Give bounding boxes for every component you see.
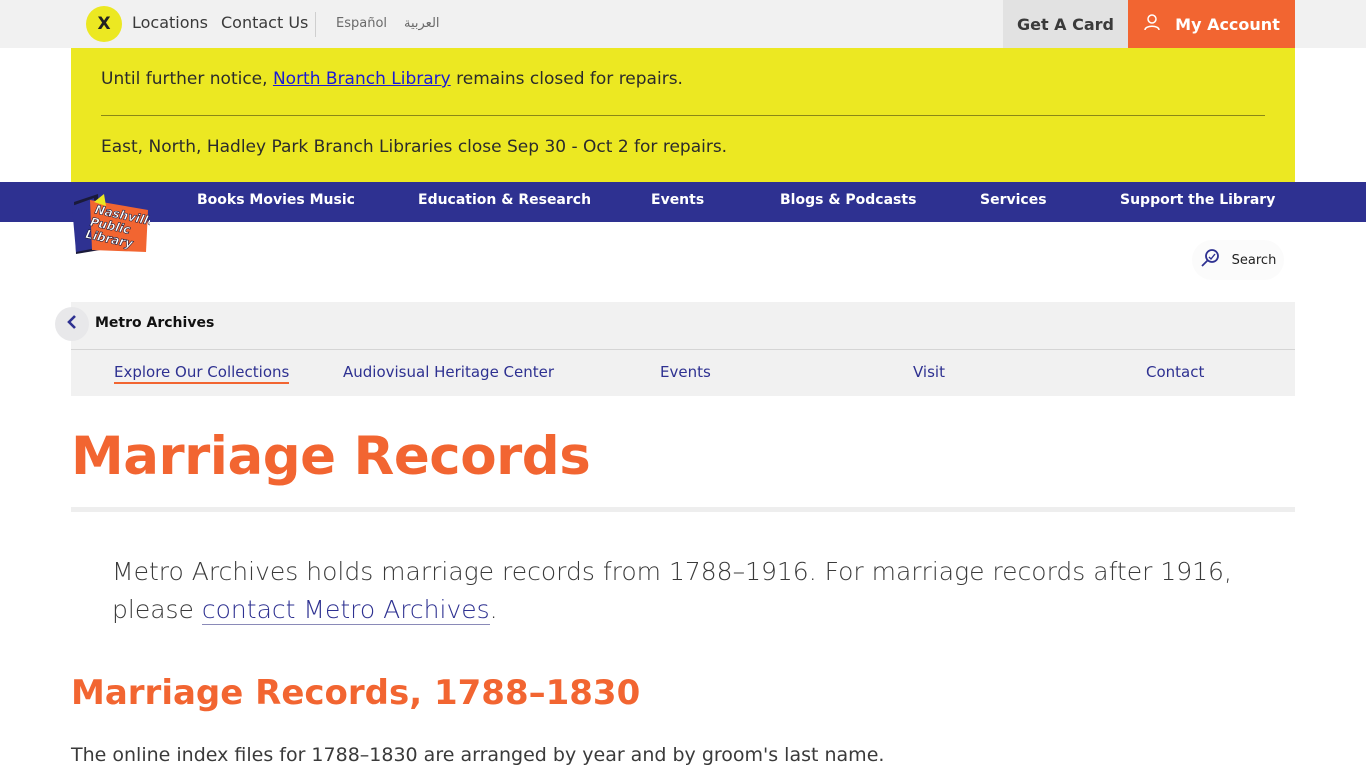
my-account-label: My Account — [1175, 14, 1280, 34]
search-label: Search — [1231, 252, 1277, 268]
alert-message-1: Until further notice, North Branch Libra… — [101, 69, 683, 89]
main-navigation: Books Movies Music Education & Research … — [0, 182, 1366, 222]
nav-blogs-podcasts[interactable]: Blogs & Podcasts — [780, 192, 916, 208]
nav-education-research[interactable]: Education & Research — [418, 192, 591, 208]
section-subnav: Explore Our Collections Audiovisual Heri… — [71, 349, 1295, 396]
language-arabic-link[interactable]: العربية — [404, 16, 440, 31]
get-a-card-button[interactable]: Get A Card — [1003, 0, 1128, 48]
divider — [315, 12, 316, 37]
nashville-public-library-logo[interactable]: Nashville Public Library — [70, 192, 158, 256]
nav-services[interactable]: Services — [980, 192, 1047, 208]
search-button[interactable]: Search — [1192, 240, 1284, 280]
alert-banner: Until further notice, North Branch Libra… — [71, 48, 1295, 182]
user-icon — [1143, 13, 1161, 35]
alert-divider — [101, 115, 1265, 116]
title-divider — [71, 507, 1295, 512]
locations-link[interactable]: Locations — [132, 13, 208, 32]
alert-text: remains closed for repairs. — [450, 69, 683, 89]
chevron-left-icon — [66, 314, 78, 334]
search-icon — [1200, 247, 1222, 273]
section-title-metro-archives[interactable]: Metro Archives — [95, 315, 214, 331]
alert-message-2: East, North, Hadley Park Branch Librarie… — [101, 137, 728, 157]
subnav-audiovisual-heritage[interactable]: Audiovisual Heritage Center — [343, 363, 554, 381]
alert-text: Until further notice, — [101, 69, 273, 89]
section-header — [71, 302, 1295, 349]
intro-paragraph: Metro Archives holds marriage records fr… — [112, 553, 1262, 629]
body-paragraph: The online index files for 1788–1830 are… — [71, 744, 885, 766]
subnav-contact[interactable]: Contact — [1146, 363, 1204, 381]
intro-text: . — [489, 595, 498, 624]
language-spanish-link[interactable]: Español — [336, 16, 387, 31]
contact-us-link[interactable]: Contact Us — [221, 13, 308, 32]
nav-books-movies-music[interactable]: Books Movies Music — [197, 192, 355, 208]
utility-bar: X Locations Contact Us Español العربية G… — [0, 0, 1366, 48]
nav-events[interactable]: Events — [651, 192, 704, 208]
nav-support-library[interactable]: Support the Library — [1120, 192, 1275, 208]
contact-metro-archives-link[interactable]: contact Metro Archives — [201, 595, 490, 625]
my-account-button[interactable]: My Account — [1128, 0, 1295, 48]
north-branch-link[interactable]: North Branch Library — [273, 69, 451, 89]
page-title: Marriage Records — [71, 426, 591, 487]
close-alert-button[interactable]: X — [86, 6, 122, 42]
back-button[interactable] — [55, 307, 89, 341]
subnav-explore-collections[interactable]: Explore Our Collections — [114, 363, 290, 384]
section-heading: Marriage Records, 1788–1830 — [71, 673, 641, 713]
subnav-visit[interactable]: Visit — [913, 363, 945, 381]
subnav-events[interactable]: Events — [660, 363, 711, 381]
